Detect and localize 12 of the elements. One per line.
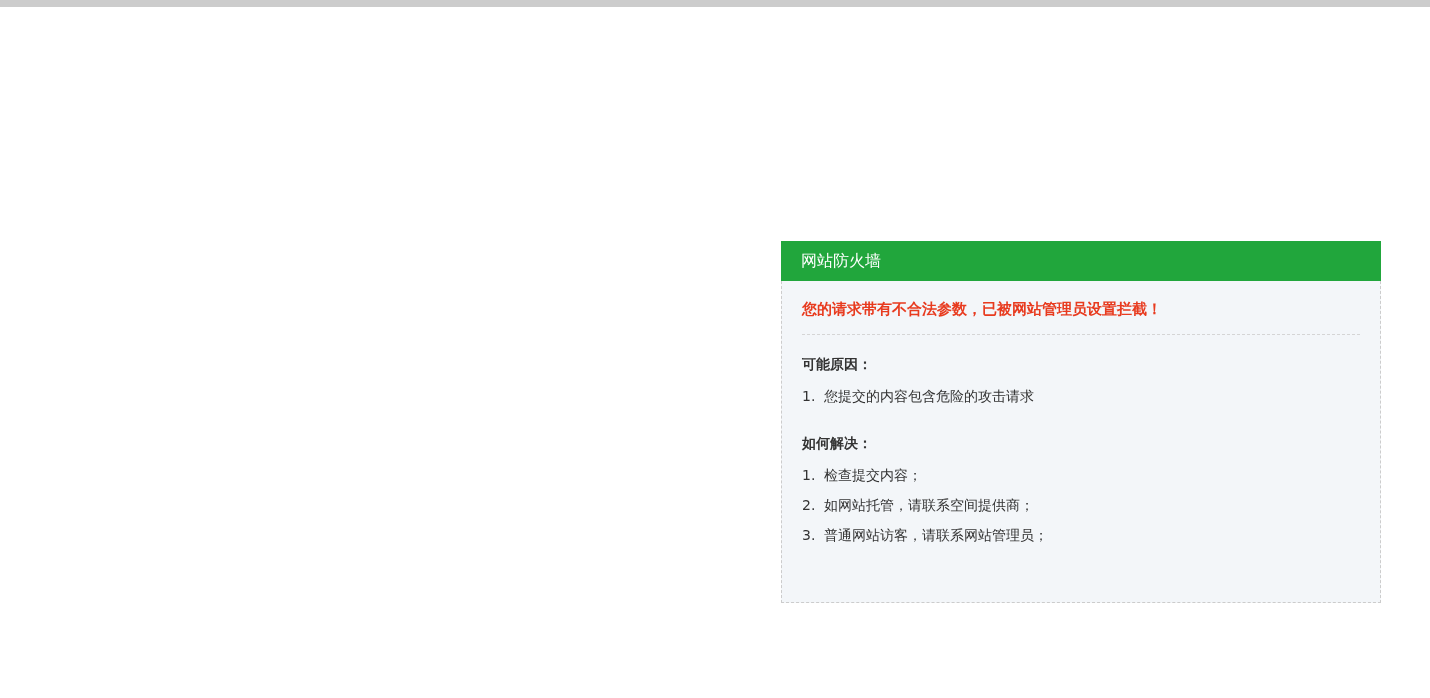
list-item-text: 您提交的内容包含危险的攻击请求 (824, 387, 1034, 406)
error-message: 您的请求带有不合法参数，已被网站管理员设置拦截！ (802, 281, 1360, 335)
list-number: 2. (802, 496, 816, 515)
list-number: 3. (802, 526, 816, 545)
list-number: 1. (802, 466, 816, 485)
list-item-text: 如网站托管，请联系空间提供商； (824, 496, 1034, 515)
list-item-text: 普通网站访客，请联系网站管理员； (824, 526, 1048, 545)
section-heading: 如何解决： (802, 433, 873, 453)
panel-title: 网站防火墙 (801, 250, 881, 272)
list-item-text: 检查提交内容； (824, 466, 922, 485)
section-heading: 可能原因： (802, 354, 873, 374)
list-number: 1. (802, 387, 816, 406)
